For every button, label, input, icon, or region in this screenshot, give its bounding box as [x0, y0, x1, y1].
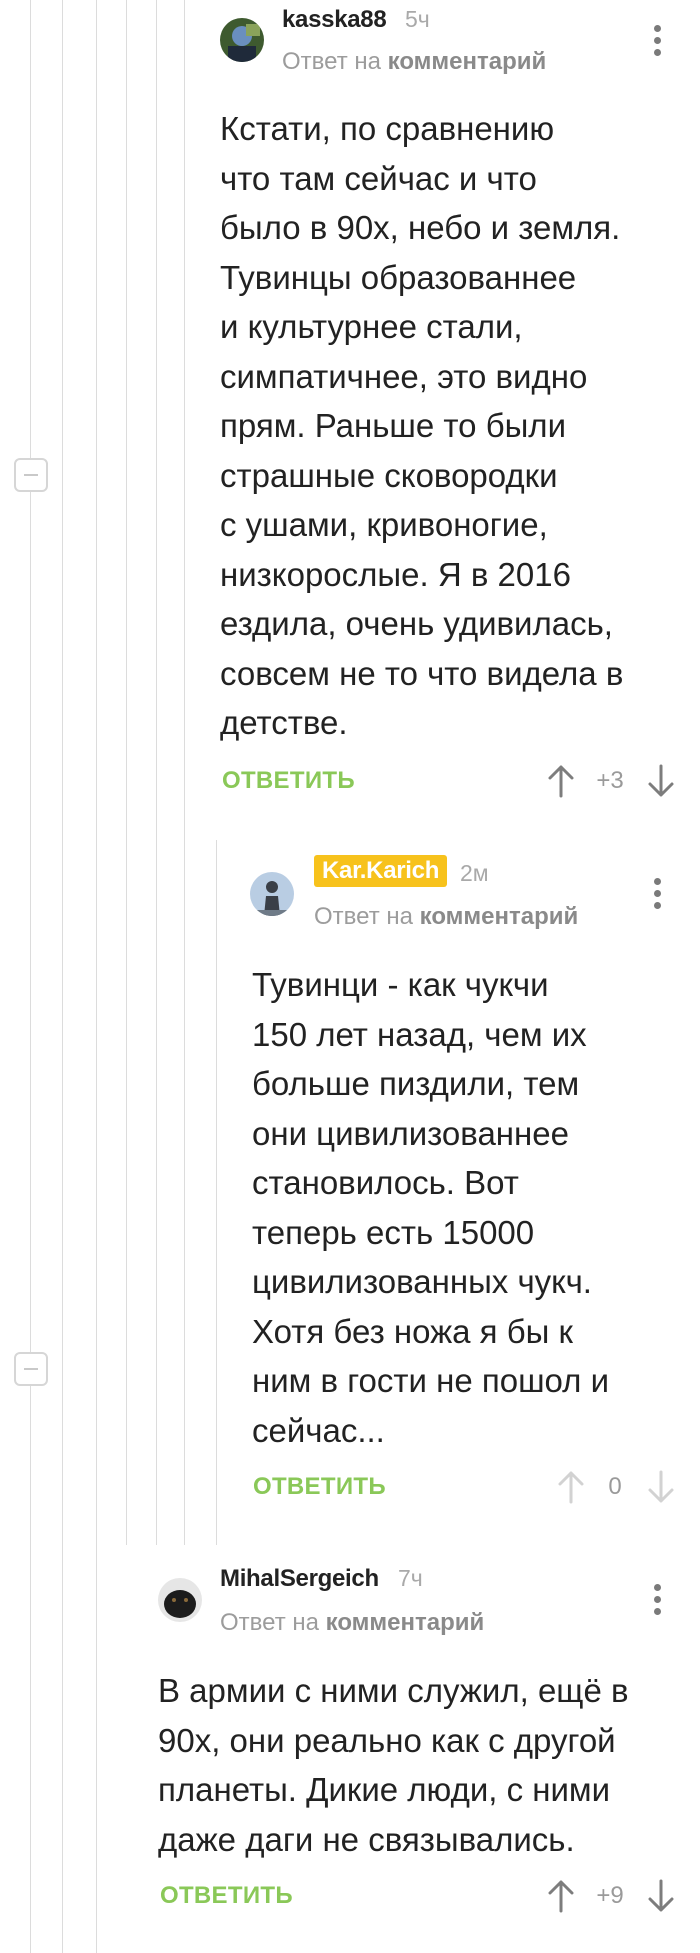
arrow-down-icon[interactable] [646, 1879, 676, 1913]
text-line: 90х, они реально как с другой [158, 1721, 616, 1759]
reply-to-link[interactable]: комментарий [326, 1609, 485, 1636]
text-line: планеты. Дикие люди, с ними [158, 1771, 611, 1808]
reply-to-prefix: Ответ на [220, 1609, 319, 1636]
arrow-up-icon[interactable] [546, 1879, 576, 1913]
reply-button[interactable]: ОТВЕТИТЬ [160, 1882, 293, 1910]
comment-text: В армии с ними служил, ещё в 90х, они ре… [158, 1666, 629, 1864]
avatar[interactable] [158, 1578, 202, 1622]
reply-to: Ответ на комментарий [220, 1609, 484, 1637]
comment: MihalSergeich 7ч Ответ на комментарий В … [0, 0, 700, 1953]
author-name[interactable]: MihalSergeich [220, 1565, 379, 1593]
text-line: даже даги не связывались. [158, 1820, 575, 1858]
more-vertical-icon[interactable] [654, 1584, 662, 1620]
comment-time: 7ч [398, 1565, 423, 1591]
text-line: В армии с ними служил, ещё в [158, 1672, 629, 1709]
rating-value: +9 [596, 1882, 624, 1909]
